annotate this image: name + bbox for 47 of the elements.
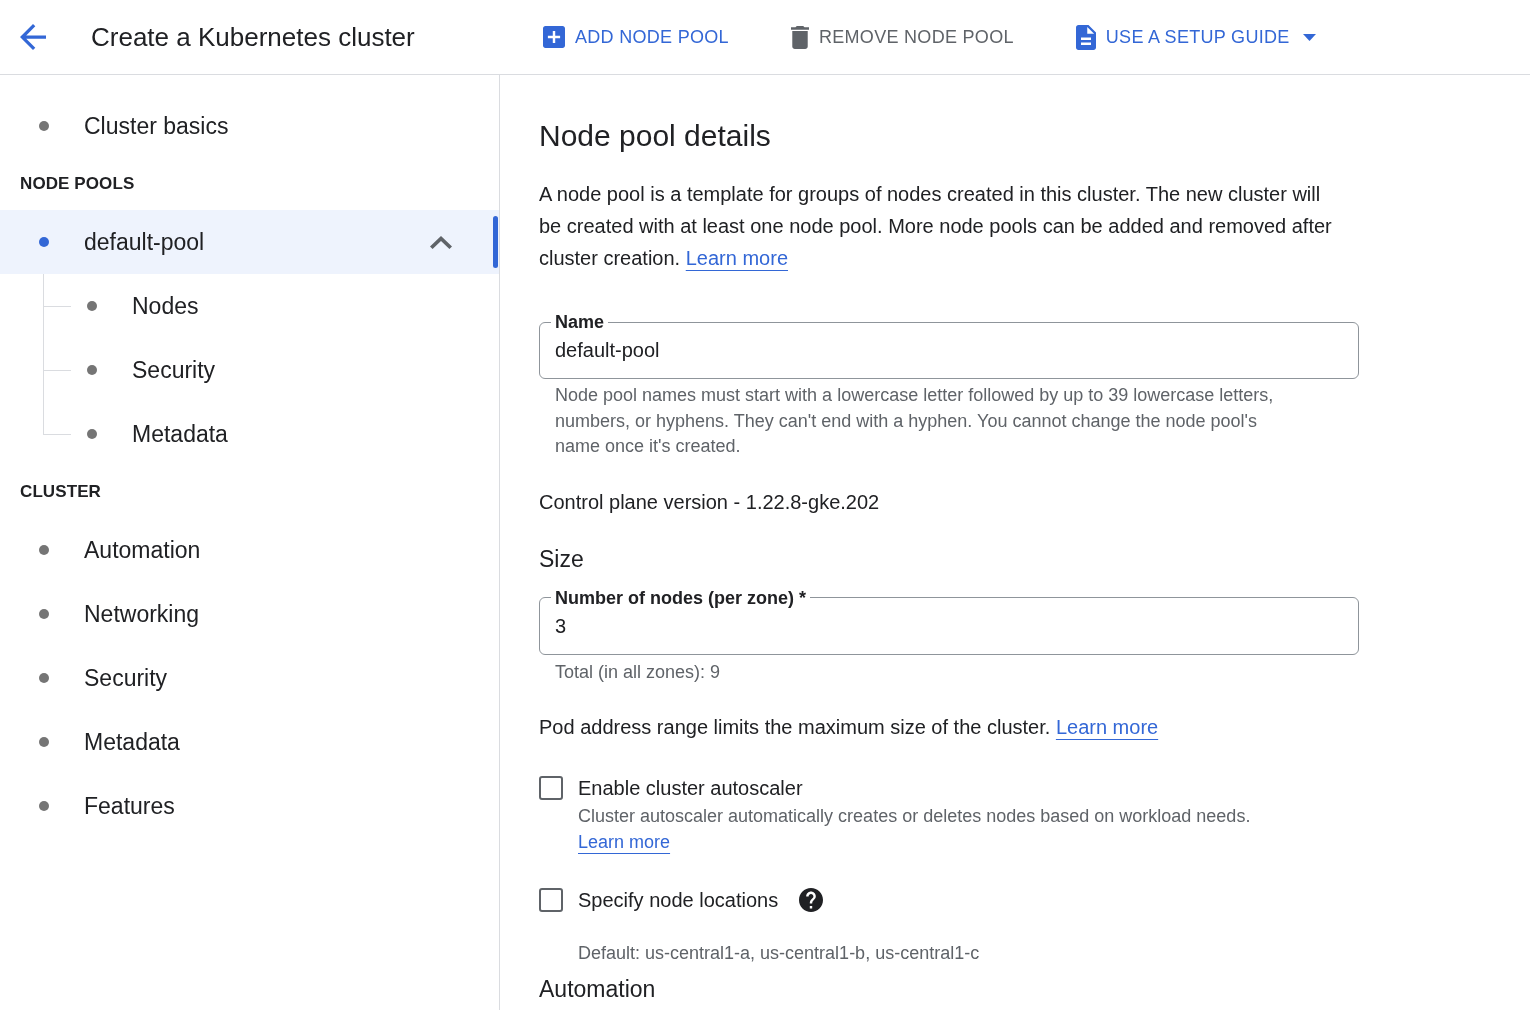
- toolbar-button[interactable]: USE A SETUP GUIDE: [1067, 16, 1324, 58]
- option-note: Default: us-central1-a, us-central1-b, us-central1-c: [578, 942, 980, 965]
- checkbox[interactable]: [539, 888, 563, 912]
- section-heading: Size: [539, 544, 584, 574]
- sidebar-item[interactable]: default-pool: [0, 210, 499, 274]
- field-hint: Node pool names must start with a lowercase letter followed by up to 39 lowercase letters, numbers, or hyphens. They can't end with a hyphen. You cannot change the node pool's name once it's created.: [555, 384, 1275, 458]
- bullet-icon: [87, 429, 97, 439]
- bullet-icon: [39, 609, 49, 619]
- bullet-icon: [39, 545, 49, 555]
- node-count-input[interactable]: 3: [540, 608, 1358, 654]
- document-icon: [1075, 24, 1096, 50]
- section-heading: Automation: [539, 975, 656, 1004]
- sidebar-item[interactable]: Networking: [0, 582, 499, 646]
- bullet-icon: [39, 737, 49, 747]
- bullet-icon: [87, 301, 97, 311]
- page-title: Create a Kubernetes cluster: [91, 21, 415, 53]
- checkbox-label: Enable cluster autoscaler: [578, 776, 803, 801]
- toolbar-button[interactable]: ADD NODE POOL: [535, 18, 737, 56]
- learn-more-link[interactable]: Learn more: [1055, 716, 1159, 738]
- field-hint: Total (in all zones): 9: [555, 660, 721, 684]
- section-heading: NODE POOLS: [19, 173, 136, 195]
- intro-paragraph: A node pool is a template for groups of nodes created in this cluster. The new cluster will be created with at least one node pool. More node pools can be added and removed after cluster creation. Learn more: [539, 182, 1333, 271]
- bullet-icon: [39, 801, 49, 811]
- trash-icon: [790, 25, 809, 49]
- bullet-icon: [39, 121, 49, 131]
- back-arrow-icon: [20, 24, 46, 50]
- version-text: Control plane version - 1.22.8-gke.202: [539, 489, 880, 515]
- help-icon[interactable]: [799, 888, 824, 912]
- section-heading: CLUSTER: [19, 481, 102, 503]
- bullet-icon: [39, 237, 49, 247]
- option-description: Cluster autoscaler automatically creates or deletes nodes based on workload needs. Learn more: [578, 805, 1252, 854]
- sidebar-item[interactable]: Security: [0, 646, 499, 710]
- sidebar-item[interactable]: Cluster basics: [0, 94, 499, 158]
- sidebar-item[interactable]: Metadata: [0, 710, 499, 774]
- learn-more-link[interactable]: Learn more: [685, 247, 788, 269]
- sidebar-item[interactable]: Features: [0, 774, 499, 838]
- sidebar-item[interactable]: Automation: [0, 518, 499, 582]
- checkbox[interactable]: [539, 776, 563, 800]
- checkbox-label: Specify node locations: [578, 888, 779, 913]
- section-title: Node pool details: [539, 118, 771, 154]
- field-label: Number of nodes (per zone) *: [554, 586, 807, 609]
- name-input[interactable]: default-pool: [540, 333, 1358, 378]
- pod-range-text: Pod address range limits the maximum size of the cluster. Learn more: [539, 715, 1159, 740]
- bullet-icon: [39, 673, 49, 683]
- field-label: Name: [554, 311, 606, 333]
- learn-more-link[interactable]: Learn more: [578, 832, 671, 852]
- bullet-icon: [87, 365, 97, 375]
